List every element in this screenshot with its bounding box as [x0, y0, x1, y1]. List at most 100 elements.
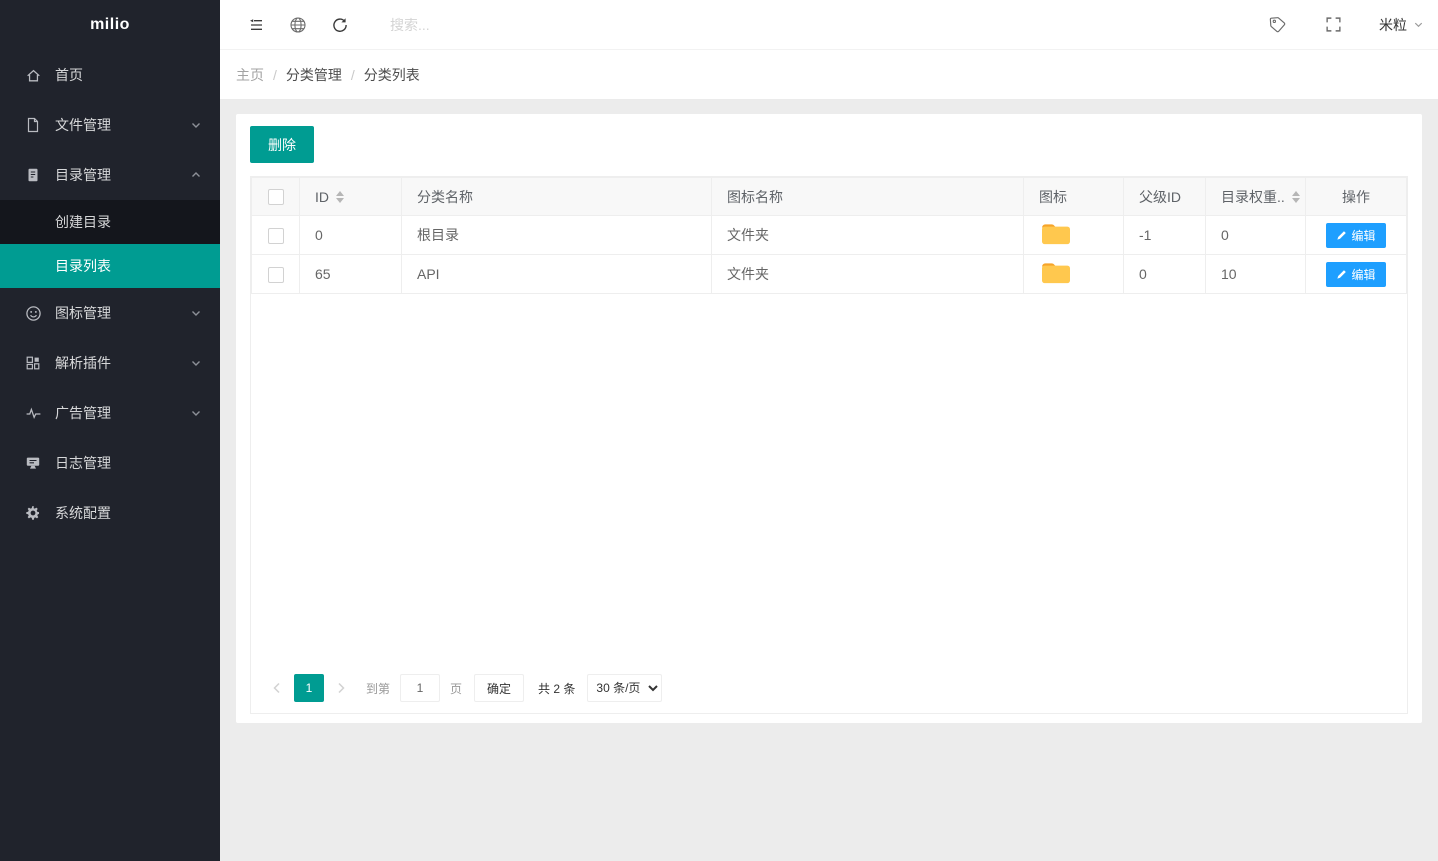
pulse-icon: [24, 404, 42, 422]
breadcrumb-separator: /: [273, 67, 277, 83]
sidebar-item-ad-management[interactable]: 广告管理: [0, 388, 220, 438]
chevron-down-icon: [190, 307, 202, 319]
document-icon: [24, 166, 42, 184]
chevron-down-icon: [190, 357, 202, 369]
row-checkbox[interactable]: [268, 267, 284, 283]
sidebar-item-log-management[interactable]: 日志管理: [0, 438, 220, 488]
sidebar-item-system-settings[interactable]: 系统配置: [0, 488, 220, 538]
row-checkbox[interactable]: [268, 228, 284, 244]
gear-icon: [24, 504, 42, 522]
file-icon: [24, 116, 42, 134]
prev-page-button[interactable]: [266, 674, 288, 702]
sidebar-item-label: 日志管理: [55, 453, 111, 473]
user-menu[interactable]: 米粒: [1379, 15, 1424, 35]
column-header-action: 操作: [1306, 178, 1407, 216]
column-header-id[interactable]: ID: [300, 178, 402, 216]
cell-id: 0: [300, 216, 402, 255]
sidebar-item-label: 系统配置: [55, 503, 111, 523]
breadcrumb-category-management[interactable]: 分类管理: [286, 65, 342, 85]
goto-page-label: 到第: [366, 680, 390, 697]
sidebar-item-file-management[interactable]: 文件管理: [0, 100, 220, 150]
cell-weight: 10: [1206, 255, 1306, 294]
sidebar-subitem-label: 目录列表: [55, 256, 111, 276]
table-empty-space: [251, 294, 1407, 663]
sidebar-subitem-create-directory[interactable]: 创建目录: [0, 200, 220, 244]
refresh-icon[interactable]: [330, 16, 350, 34]
breadcrumb: 主页 / 分类管理 / 分类列表: [220, 50, 1438, 100]
pencil-icon: [1336, 269, 1347, 280]
breadcrumb-category-list: 分类列表: [364, 65, 420, 85]
cell-icon-name: 文件夹: [712, 255, 1024, 294]
smiley-icon: [24, 304, 42, 322]
table-row: 65 API 文件夹 0 10: [252, 255, 1407, 294]
main-column: 米粒 主页 / 分类管理 / 分类列表 删除: [220, 0, 1438, 861]
table-row: 0 根目录 文件夹 -1 0: [252, 216, 1407, 255]
user-name: 米粒: [1379, 15, 1407, 35]
cell-icon-name: 文件夹: [712, 216, 1024, 255]
column-header-weight[interactable]: 目录权重..: [1206, 178, 1306, 216]
next-page-button[interactable]: [330, 674, 352, 702]
sidebar-item-label: 广告管理: [55, 403, 111, 423]
total-count-label: 共 2 条: [538, 680, 575, 697]
monitor-icon: [24, 454, 42, 472]
content-area: 删除 ID: [220, 100, 1438, 861]
column-header-icon: 图标: [1024, 178, 1124, 216]
chevron-down-icon: [1413, 19, 1424, 30]
chevron-up-icon: [190, 169, 202, 181]
edit-button[interactable]: 编辑: [1326, 262, 1385, 287]
sidebar-item-home[interactable]: 首页: [0, 50, 220, 100]
cell-parent-id: -1: [1124, 216, 1206, 255]
cell-id: 65: [300, 255, 402, 294]
chevron-down-icon: [190, 119, 202, 131]
cell-weight: 0: [1206, 216, 1306, 255]
pencil-icon: [1336, 230, 1347, 241]
main-card: 删除 ID: [236, 114, 1422, 723]
fullscreen-icon[interactable]: [1323, 16, 1343, 33]
directory-submenu: 创建目录 目录列表: [0, 200, 220, 288]
sidebar-item-icon-management[interactable]: 图标管理: [0, 288, 220, 338]
cell-parent-id: 0: [1124, 255, 1206, 294]
collapse-sidebar-icon[interactable]: [246, 16, 266, 34]
confirm-page-button[interactable]: 确定: [474, 674, 524, 702]
page-size-select[interactable]: 30 条/页: [587, 674, 662, 702]
category-table: ID 分类名称 图标名称 图标 父级ID 目录: [251, 177, 1407, 294]
column-header-category-name: 分类名称: [402, 178, 712, 216]
table-header-row: ID 分类名称 图标名称 图标 父级ID 目录: [252, 178, 1407, 216]
column-header-parent-id: 父级ID: [1124, 178, 1206, 216]
app-logo: milio: [0, 0, 220, 50]
data-table-container: ID 分类名称 图标名称 图标 父级ID 目录: [250, 176, 1408, 714]
sidebar-item-label: 解析插件: [55, 353, 111, 373]
home-icon: [24, 66, 42, 84]
breadcrumb-separator: /: [351, 67, 355, 83]
sort-icon[interactable]: [336, 187, 344, 207]
sidebar-subitem-label: 创建目录: [55, 212, 111, 232]
edit-button[interactable]: 编辑: [1326, 223, 1385, 248]
sidebar-item-label: 目录管理: [55, 165, 111, 185]
sidebar-menu: 首页 文件管理 目录管理: [0, 50, 220, 861]
breadcrumb-home[interactable]: 主页: [236, 65, 264, 85]
sidebar-item-label: 图标管理: [55, 303, 111, 323]
sidebar-item-parser-plugins[interactable]: 解析插件: [0, 338, 220, 388]
search-input[interactable]: [390, 17, 690, 33]
blocks-icon: [24, 354, 42, 372]
cell-category-name: API: [402, 255, 712, 294]
folder-icon: [1039, 259, 1073, 289]
page-unit-label: 页: [450, 680, 462, 697]
sidebar-subitem-directory-list[interactable]: 目录列表: [0, 244, 220, 288]
select-all-checkbox[interactable]: [268, 189, 284, 205]
current-page-button[interactable]: 1: [294, 674, 324, 702]
sidebar: milio 首页 文件管理 目录管: [0, 0, 220, 861]
app-window: milio 首页 文件管理 目录管: [0, 0, 1438, 861]
tag-icon[interactable]: [1267, 15, 1287, 34]
sidebar-item-label: 首页: [55, 65, 83, 85]
sidebar-item-directory-management[interactable]: 目录管理: [0, 150, 220, 200]
top-bar: 米粒: [220, 0, 1438, 50]
column-header-icon-name: 图标名称: [712, 178, 1024, 216]
topbar-right: 米粒: [1267, 15, 1438, 35]
goto-page-input[interactable]: [400, 674, 440, 702]
delete-button[interactable]: 删除: [250, 126, 314, 163]
globe-icon[interactable]: [288, 16, 308, 34]
cell-category-name: 根目录: [402, 216, 712, 255]
sort-icon[interactable]: [1292, 187, 1300, 207]
pagination: 1 到第 页 确定 共 2 条 30 条/页: [251, 663, 1407, 713]
